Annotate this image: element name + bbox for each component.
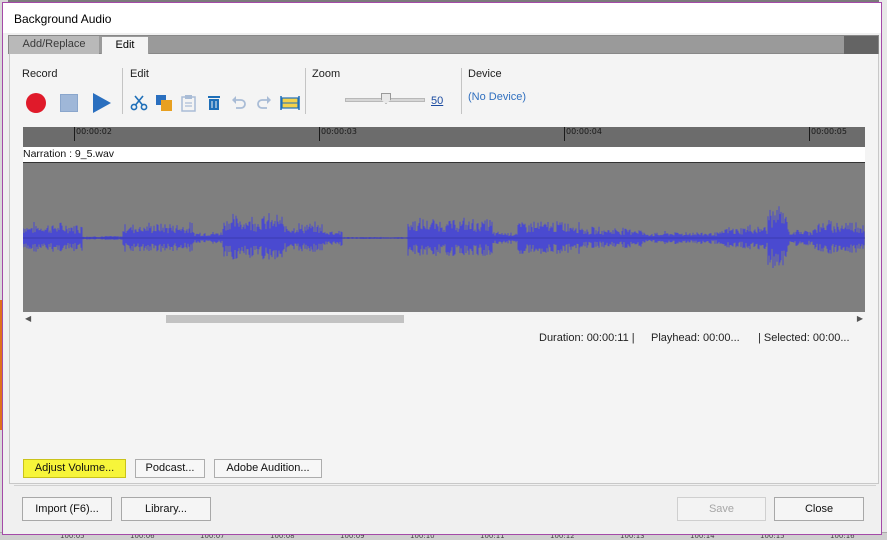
play-icon [93,93,111,113]
timeline-ruler[interactable]: 00:00:02 00:00:03 00:00:04 00:00:05 [23,127,865,147]
tab-strip-end [844,36,878,54]
horizontal-scrollbar[interactable]: ◀ ▶ [23,313,865,325]
device-selector[interactable]: (No Device) [468,91,526,103]
ruler-tick: 00:00:04 [564,127,602,141]
redo-button[interactable] [255,94,273,112]
import-button[interactable]: Import (F6)... [22,497,112,521]
ruler-tick: 00:00:05 [809,127,847,141]
insert-silence-button[interactable] [280,94,300,112]
scrollbar-thumb[interactable] [166,315,404,323]
record-button[interactable] [26,93,46,113]
trash-icon [208,96,220,110]
scroll-right-arrow-icon[interactable]: ▶ [857,314,863,323]
duration-status: Duration: 00:00:11 | [539,332,635,344]
title-bar[interactable]: Background Audio [3,3,881,33]
edit-group-label: Edit [130,68,149,80]
paste-icon [181,95,196,112]
zoom-group-label: Zoom [312,68,341,80]
device-group-label: Device [468,68,502,80]
tab-edit[interactable]: Edit [101,36,149,55]
bottom-separator [14,485,876,486]
scissors-icon [130,95,148,111]
scroll-left-arrow-icon[interactable]: ◀ [25,314,31,323]
close-button[interactable]: Close [774,497,864,521]
record-icon [26,93,46,113]
paste-button[interactable] [180,94,198,112]
tab-add-replace[interactable]: Add/Replace [9,36,99,54]
track-name: Narration : 9_5.wav [23,148,115,160]
track-header: Narration : 9_5.wav [23,147,865,163]
stop-icon [60,94,78,112]
stop-button[interactable] [59,93,79,113]
redo-icon [257,96,271,109]
waveform-signal [22,206,865,268]
zoom-value[interactable]: 50 [431,95,443,107]
waveform-area[interactable] [22,163,865,312]
toolbar-separator [461,68,462,114]
window-title: Background Audio [14,12,112,26]
delete-button[interactable] [205,94,223,112]
tab-strip: Add/Replace Edit [8,35,879,55]
undo-button[interactable] [230,94,248,112]
cut-button[interactable] [130,94,148,112]
library-button[interactable]: Library... [121,497,211,521]
adjust-volume-button[interactable]: Adjust Volume... [23,459,126,478]
ruler-tick: 00:00:02 [74,127,112,141]
insert-silence-icon [280,96,300,110]
copy-button[interactable] [155,94,173,112]
undo-icon [232,96,246,109]
toolbar-separator [122,68,123,114]
adobe-audition-button[interactable]: Adobe Audition... [214,459,322,478]
copy-icon [156,95,172,111]
waveform [22,206,865,268]
ruler-tick: 00:00:03 [319,127,357,141]
play-button[interactable] [92,93,112,113]
playhead-status: Playhead: 00:00... [651,332,740,344]
selected-status: | Selected: 00:00... [758,332,850,344]
toolbar-separator [305,68,306,114]
save-button[interactable]: Save [677,497,766,521]
podcast-button[interactable]: Podcast... [135,459,205,478]
record-group-label: Record [22,68,58,80]
